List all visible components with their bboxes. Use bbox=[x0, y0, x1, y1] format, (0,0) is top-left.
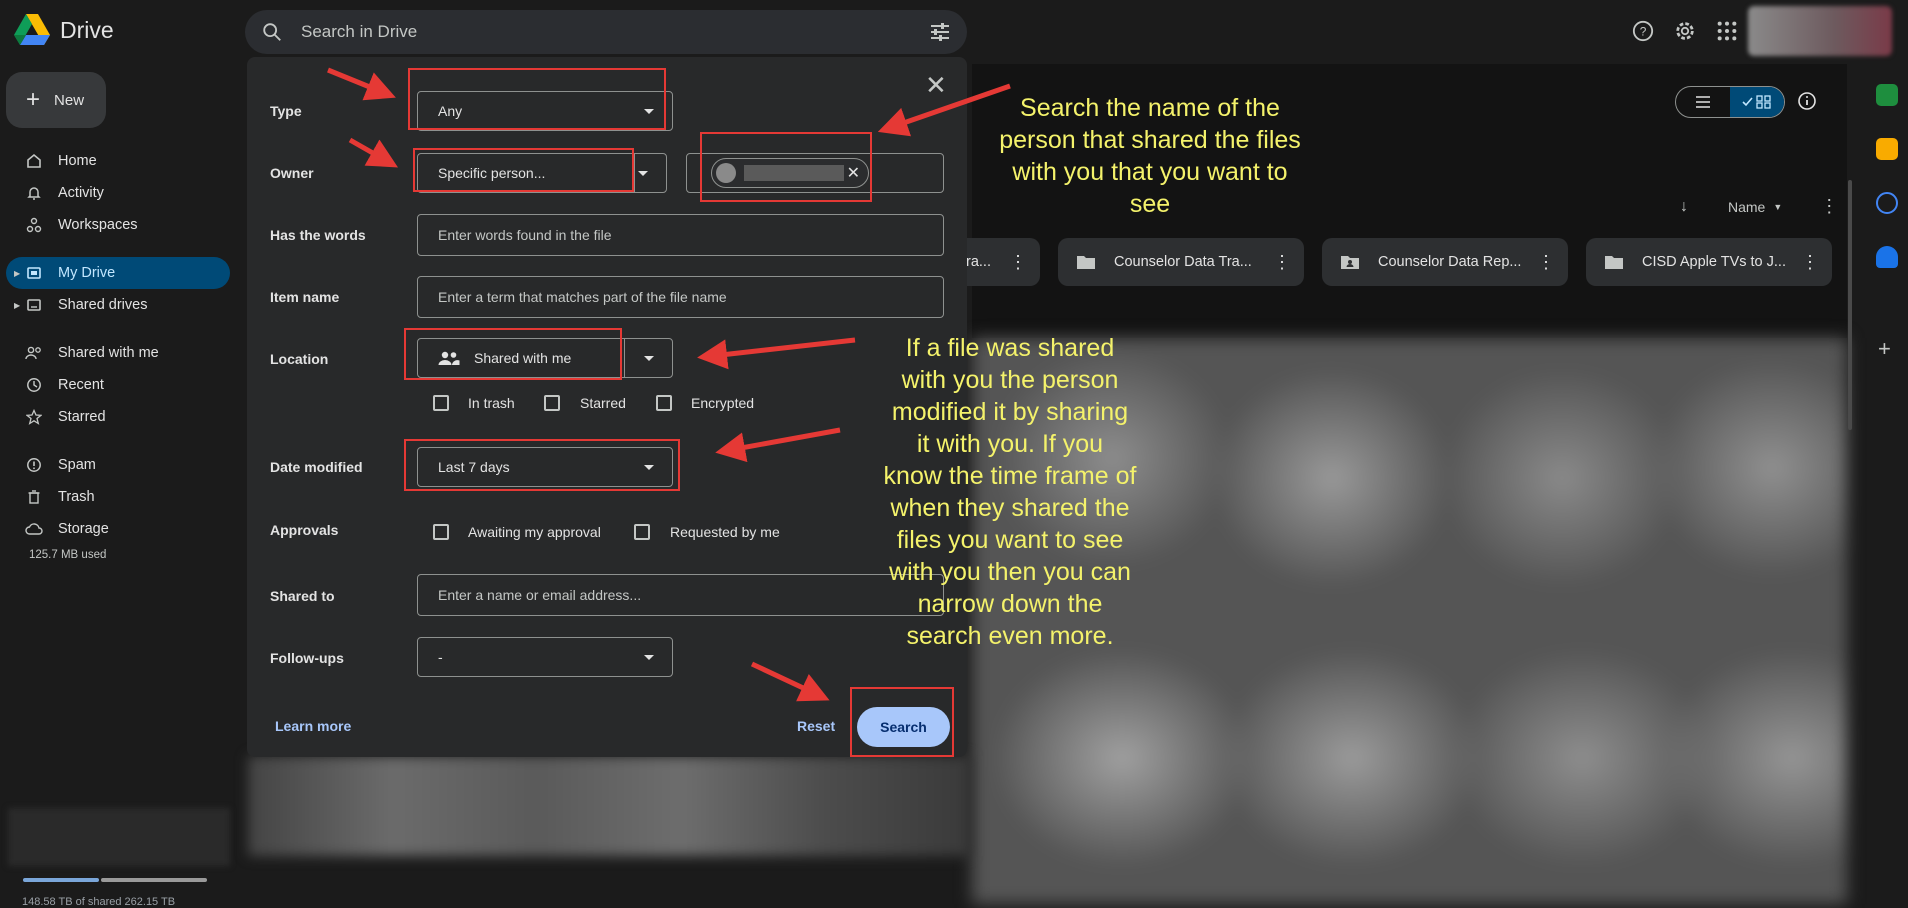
note-line: search even more. bbox=[906, 622, 1114, 650]
note-line: Search the name of the bbox=[1020, 94, 1280, 122]
arrow-to-search bbox=[750, 661, 830, 702]
note-line: it with you. If you bbox=[916, 430, 1104, 458]
note-line: person that shared the files bbox=[999, 126, 1301, 154]
annotation-note-date: If a file was shared with you the person… bbox=[860, 332, 1160, 652]
note-line: modified it by sharing bbox=[891, 398, 1129, 426]
note-line: narrow down the bbox=[917, 590, 1103, 618]
arrow-to-date bbox=[715, 427, 841, 463]
note-line: know the time frame of bbox=[883, 462, 1137, 490]
note-line: If a file was shared bbox=[905, 334, 1115, 362]
note-line: with you the person bbox=[901, 366, 1119, 394]
note-line: when they shared the bbox=[890, 494, 1130, 522]
note-line: with you that you want to bbox=[1012, 158, 1288, 186]
note-line: see bbox=[1129, 190, 1171, 218]
arrow-to-location bbox=[697, 337, 856, 370]
arrow-to-owner bbox=[348, 137, 399, 168]
arrow-to-type bbox=[327, 67, 396, 101]
note-line: files you want to see bbox=[896, 526, 1124, 554]
annotation-note-owner: Search the name of the person that share… bbox=[970, 92, 1330, 220]
note-line: with you then you can bbox=[889, 558, 1131, 586]
